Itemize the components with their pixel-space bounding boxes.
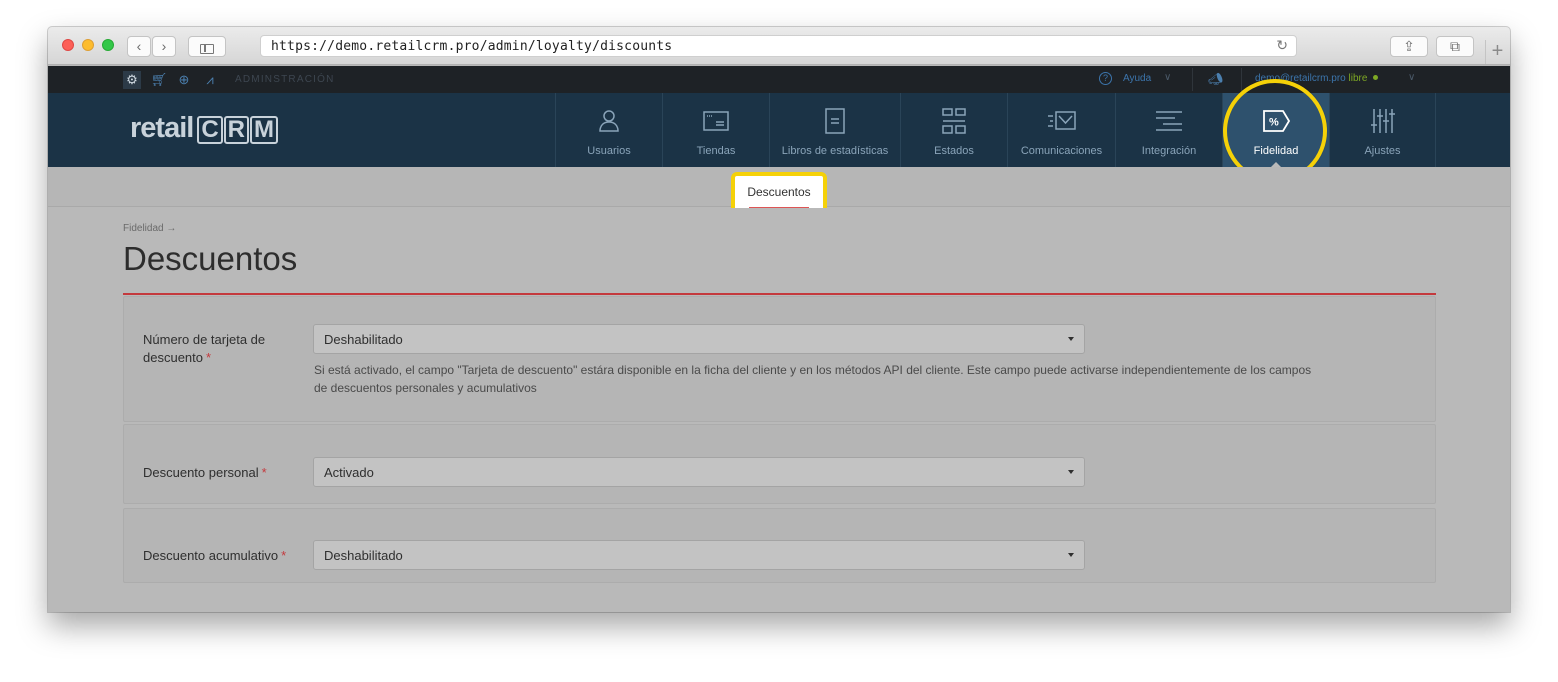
- settings-sliders-icon: [1370, 109, 1395, 133]
- status-dot: [1373, 75, 1379, 80]
- chevron-down-icon[interactable]: ∨: [1408, 72, 1415, 83]
- show-tabs-button[interactable]: ⧉: [1436, 36, 1474, 57]
- nav-label: Libros de estadísticas: [781, 145, 889, 157]
- store-icon: [703, 111, 729, 131]
- address-bar[interactable]: https://demo.retailcrm.pro/admin/loyalty…: [260, 35, 1297, 57]
- cart-icon[interactable]: 🛒︎: [150, 71, 168, 89]
- required-mark: *: [206, 350, 212, 365]
- user-email: demo@retailcrm.pro: [1255, 73, 1346, 84]
- logo-letter: R: [223, 116, 250, 144]
- loyalty-tag-icon: %: [1263, 110, 1290, 132]
- page-title: Descuentos: [123, 240, 298, 277]
- divider: [1192, 68, 1193, 91]
- share-icon: ⇪: [1403, 38, 1415, 54]
- user-icon: [599, 110, 619, 132]
- admin-section-label: ADMINSTRACIÓN: [235, 74, 335, 85]
- required-mark: *: [281, 548, 287, 563]
- app-top-bar: ⚙ 🛒︎ ⊕ ⩘ ADMINSTRACIÓN ? Ayuda ∨ 📣︎ demo…: [48, 66, 1510, 93]
- nav-label: Comunicaciones: [1020, 145, 1103, 157]
- retailcrm-logo[interactable]: retail C R M: [130, 112, 310, 148]
- sidebar-icon: [200, 44, 214, 54]
- main-navigation: retail C R M Usuarios Tiendas Libros de est…: [48, 93, 1510, 168]
- main-content: Fidelidad → Descuentos Número de tarjeta…: [48, 208, 1510, 612]
- chart-icon[interactable]: ⩘: [201, 71, 219, 89]
- subnav-label: Descuentos: [747, 185, 811, 199]
- user-menu[interactable]: demo@retailcrm.pro libre: [1255, 73, 1379, 84]
- card-number-help: Si está activado, el campo "Tarjeta de d…: [314, 363, 1312, 395]
- nav-label: Fidelidad: [1253, 145, 1299, 157]
- selected-value: Deshabilitado: [324, 548, 403, 563]
- nav-item-comunicaciones[interactable]: Comunicaciones: [1007, 93, 1115, 167]
- nav-item-ajustes[interactable]: Ajustes: [1329, 93, 1436, 167]
- nav-item-usuarios[interactable]: Usuarios: [555, 93, 662, 167]
- new-tab-button[interactable]: +: [1485, 40, 1509, 64]
- caret-down-icon: [1068, 553, 1074, 557]
- help-icon[interactable]: ?: [1099, 72, 1112, 85]
- breadcrumb[interactable]: Fidelidad →: [123, 223, 176, 234]
- close-window-button[interactable]: [62, 39, 74, 51]
- cumulative-discount-section: Descuento acumulativo * Deshabilitado: [123, 508, 1436, 583]
- plus-icon: +: [1491, 40, 1504, 62]
- selected-value: Deshabilitado: [324, 332, 403, 347]
- chevron-left-icon: ‹: [136, 38, 142, 54]
- statuses-icon: [942, 108, 966, 134]
- caret-down-icon: [1068, 470, 1074, 474]
- browser-window: ‹ › https://demo.retailcrm.pro/admin/loy…: [48, 27, 1510, 612]
- logo-letter: C: [197, 116, 223, 144]
- book-icon: [825, 108, 845, 134]
- nav-item-estados[interactable]: Estados: [900, 93, 1007, 167]
- nav-item-libros-de-estadisticas[interactable]: Libros de estadísticas: [769, 93, 900, 167]
- nav-label: Integración: [1141, 145, 1197, 157]
- minimize-window-button[interactable]: [82, 39, 94, 51]
- nav-label: Usuarios: [587, 145, 631, 157]
- back-button[interactable]: ‹: [127, 36, 151, 57]
- caret-down-icon: [1068, 337, 1074, 341]
- chevron-down-icon[interactable]: ∨: [1164, 72, 1171, 83]
- sidebar-toggle-button[interactable]: [188, 36, 226, 57]
- nav-item-integracion[interactable]: Integración: [1115, 93, 1222, 167]
- communications-icon: [1047, 111, 1076, 130]
- cumulative-discount-label: Descuento acumulativo *: [143, 548, 287, 563]
- integration-icon: [1156, 111, 1182, 131]
- zoom-window-button[interactable]: [102, 39, 114, 51]
- card-number-label: Número de tarjeta de descuento *: [143, 332, 266, 365]
- personal-discount-label: Descuento personal *: [143, 465, 267, 480]
- forward-button[interactable]: ›: [152, 36, 176, 57]
- svg-text:%: %: [1269, 117, 1279, 129]
- required-mark: *: [261, 465, 267, 480]
- personal-discount-select[interactable]: Activado: [313, 457, 1085, 487]
- chevron-right-icon: ›: [161, 38, 167, 54]
- tabs-icon: ⧉: [1450, 38, 1460, 54]
- url-text: https://demo.retailcrm.pro/admin/loyalty…: [271, 39, 673, 54]
- card-number-section: Número de tarjeta de descuento * Deshabil…: [123, 296, 1436, 422]
- logo-text: retail: [130, 112, 194, 144]
- cumulative-discount-select[interactable]: Deshabilitado: [313, 540, 1085, 570]
- nav-item-tiendas[interactable]: Tiendas: [662, 93, 769, 167]
- target-icon[interactable]: ⊕: [175, 71, 193, 89]
- nav-item-fidelidad[interactable]: % Fidelidad: [1222, 93, 1329, 168]
- help-link[interactable]: Ayuda: [1123, 73, 1151, 84]
- sub-navigation: Descuentos: [48, 167, 1510, 216]
- selected-value: Activado: [324, 465, 374, 480]
- nav-label: Tiendas: [696, 145, 736, 157]
- nav-label: Ajustes: [1364, 145, 1401, 157]
- browser-toolbar: ‹ › https://demo.retailcrm.pro/admin/loy…: [48, 27, 1510, 65]
- card-number-select[interactable]: Deshabilitado: [313, 324, 1085, 354]
- nav-label: Estados: [934, 145, 974, 157]
- personal-discount-section: Descuento personal * Activado: [123, 424, 1436, 504]
- plan-badge: libre: [1348, 73, 1368, 84]
- reload-icon[interactable]: ↻: [1276, 37, 1288, 54]
- nav-items: Usuarios Tiendas Libros de estadísticas …: [555, 93, 1436, 168]
- divider: [1241, 68, 1242, 91]
- gear-icon[interactable]: ⚙: [123, 71, 141, 89]
- logo-letter: M: [250, 116, 279, 144]
- share-button[interactable]: ⇪: [1390, 36, 1428, 57]
- megaphone-icon[interactable]: 📣︎: [1208, 72, 1223, 86]
- title-divider: [123, 293, 1436, 295]
